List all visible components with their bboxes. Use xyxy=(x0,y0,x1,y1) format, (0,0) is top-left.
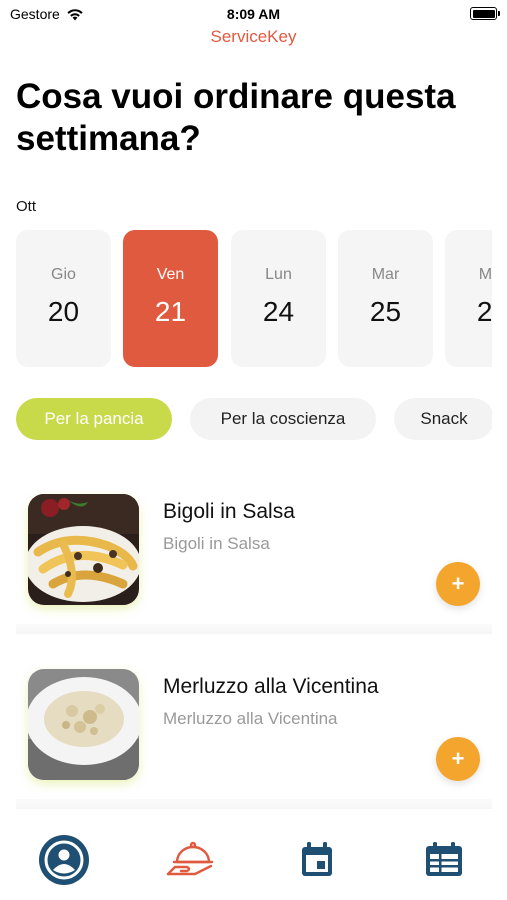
day-card-0[interactable]: Gio 20 xyxy=(16,230,111,367)
day-card-1[interactable]: Ven 21 xyxy=(123,230,218,367)
dish-title: Bigoli in Salsa xyxy=(163,500,295,523)
day-number: 24 xyxy=(262,296,295,327)
tab-calendar[interactable] xyxy=(287,830,347,890)
day-name: Mar xyxy=(371,266,400,283)
day-card-2[interactable]: Lun 24 xyxy=(231,230,326,367)
day-name: Lun xyxy=(265,266,292,283)
dish-photo xyxy=(28,669,139,780)
page-title: Cosa vuoi ordinare questa settimana? xyxy=(16,77,456,158)
category-filter: Per la pancia Per la coscienza Snack xyxy=(16,398,492,442)
add-dish-button[interactable]: + xyxy=(436,562,480,606)
day-name: Mer xyxy=(478,266,492,283)
tab-weekly-menu[interactable] xyxy=(414,830,474,890)
tab-order[interactable] xyxy=(160,830,220,890)
row-divider xyxy=(16,624,492,634)
profile-icon xyxy=(39,835,89,885)
day-name: Gio xyxy=(51,266,76,283)
cloche-icon xyxy=(166,841,214,876)
day-name: Ven xyxy=(156,266,185,283)
dish-row[interactable]: Merluzzo alla Vicentina Merluzzo alla Vi… xyxy=(16,669,492,809)
month-label: Ott xyxy=(16,198,37,215)
dish-subtitle: Merluzzo alla Vicentina xyxy=(163,709,338,728)
app-title: ServiceKey xyxy=(210,27,297,46)
status-time: 8:09 AM xyxy=(226,6,281,22)
category-chip-pancia[interactable]: Per la pancia xyxy=(16,398,172,440)
category-chip-coscienza[interactable]: Per la coscienza xyxy=(190,398,376,440)
status-bar: Gestore 8:09 AM xyxy=(0,0,507,26)
dish-photo xyxy=(28,494,139,605)
dish-row[interactable]: Bigoli in Salsa Bigoli in Salsa + xyxy=(16,494,492,634)
day-number: 21 xyxy=(154,296,187,327)
battery-icon xyxy=(470,7,500,20)
category-chip-snack[interactable]: Snack xyxy=(394,398,492,440)
dish-title: Merluzzo alla Vicentina xyxy=(163,675,379,698)
day-selector: Gio 20 Ven 21 Lun 24 Mar 25 Mer 26 xyxy=(16,230,492,368)
calendar-icon xyxy=(302,842,332,876)
tab-profile[interactable] xyxy=(34,830,94,890)
day-card-3[interactable]: Mar 25 xyxy=(338,230,433,367)
row-divider xyxy=(16,799,492,809)
dish-subtitle: Bigoli in Salsa xyxy=(163,534,270,553)
add-dish-button[interactable]: + xyxy=(436,737,480,781)
day-card-4[interactable]: Mer 26 xyxy=(445,230,492,367)
day-number: 25 xyxy=(369,296,402,327)
day-number: 26 xyxy=(476,296,492,327)
tab-bar xyxy=(0,818,507,900)
weekly-menu-icon xyxy=(426,842,462,876)
day-number: 20 xyxy=(47,296,80,327)
